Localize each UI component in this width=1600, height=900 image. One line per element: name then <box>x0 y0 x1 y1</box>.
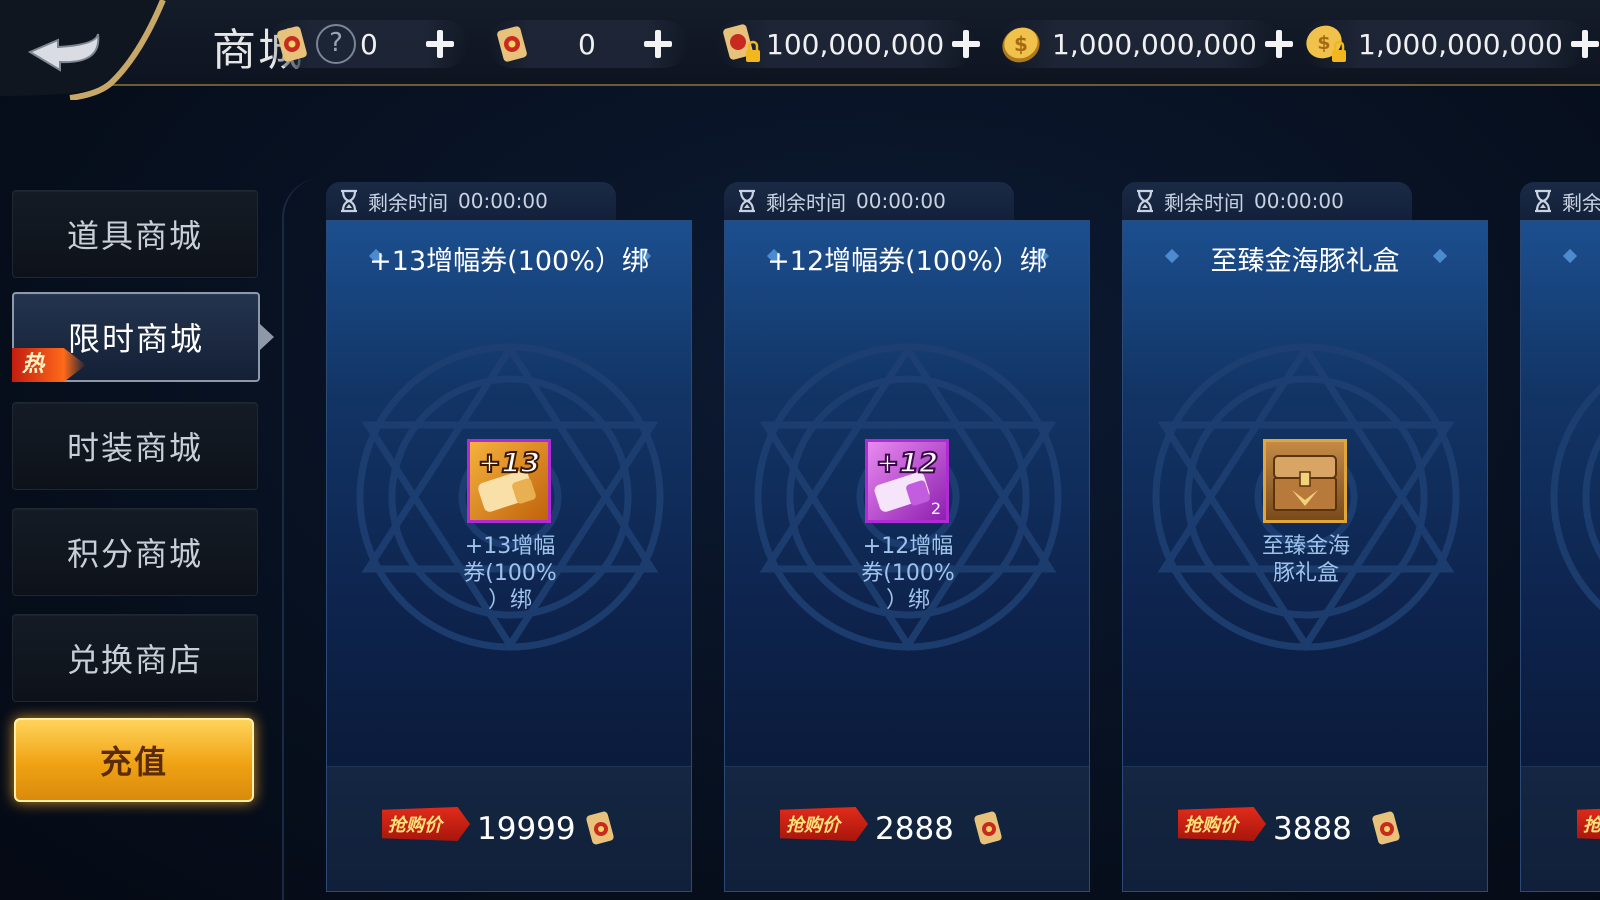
panel-edge <box>282 178 324 900</box>
magic-circle-emblem <box>1550 384 1600 610</box>
diamond-ornament-icon <box>1562 248 1578 264</box>
sidebar-item-exchange-shop[interactable]: 兑换商店 <box>12 614 258 702</box>
card-footer: 抢购价 19999 <box>327 766 691 891</box>
card-body: 至臻金海豚礼盒 至臻金海 豚礼盒 抢购价 3888 <box>1122 220 1488 892</box>
currency-value-3: 100,000,000 <box>766 27 945 61</box>
countdown-tab: 剩余时间 00:00:00 <box>1122 182 1412 220</box>
recharge-button[interactable]: 充值 <box>14 718 254 802</box>
price-tag: 抢购价 <box>780 807 868 841</box>
countdown-value: 00:00:00 <box>458 189 548 213</box>
sidebar-item-label: 时装商城 <box>66 429 203 467</box>
price-tag: 抢购价 <box>382 807 470 841</box>
red-scroll-icon <box>488 20 536 68</box>
item-name: +13增幅 券(100% ）绑 <box>435 533 585 614</box>
price-tag: 抢购价 <box>1178 807 1266 841</box>
card-body: +13增幅券(100%）绑 +13 +13增幅 券(100% ）绑 抢购价 19… <box>326 220 692 892</box>
price-value: 19999 <box>477 811 576 847</box>
top-bar: 商城 ? 0 0 100,000,000 $ 1,000,000,000 $ 1… <box>0 0 1600 100</box>
sidebar-item-item-shop[interactable]: 道具商城 <box>12 190 258 278</box>
active-arrow-icon <box>260 324 274 350</box>
card-footer: 抢购价 3888 <box>1123 766 1487 891</box>
countdown-label: 剩余时间 <box>368 190 448 215</box>
svg-text:$: $ <box>1317 32 1330 54</box>
currency-value-1: 0 <box>360 27 378 61</box>
add-currency-3-button[interactable] <box>948 26 980 62</box>
icon-level-text: +12 <box>876 446 938 479</box>
sidebar-item-label: 兑换商店 <box>66 641 203 679</box>
card-footer: 抢 <box>1521 766 1600 891</box>
hourglass-icon <box>341 189 357 213</box>
red-scroll-icon <box>586 811 614 845</box>
back-arrow-icon[interactable] <box>0 0 200 100</box>
sidebar-item-points-shop[interactable]: 积分商城 <box>12 508 258 596</box>
item-name-line: 至臻金海 <box>1261 534 1350 559</box>
sidebar-item-label: 道具商城 <box>66 217 203 255</box>
add-currency-5-button[interactable] <box>1567 26 1600 62</box>
sidebar-item-limited-shop[interactable]: 限时商城 热 <box>12 292 274 382</box>
product-title: +13增幅券(100%）绑 <box>369 246 649 277</box>
hourglass-icon <box>739 189 755 213</box>
plus12-ticket-icon[interactable]: +12 2 <box>865 439 949 523</box>
currency-value-4: 1,000,000,000 <box>1052 27 1257 61</box>
help-icon[interactable]: ? <box>316 24 356 64</box>
sidebar-item-label: 限时商城 <box>67 320 204 358</box>
sidebar-item-label: 积分商城 <box>66 535 203 573</box>
hourglass-icon <box>1137 189 1153 213</box>
item-count: 2 <box>931 499 941 518</box>
currency-value-5: 1,000,000,000 <box>1358 27 1563 61</box>
currency-slot-3: 100,000,000 <box>716 20 980 68</box>
item-name-line: ）绑 <box>885 588 930 613</box>
countdown-tab: 剩余时间 00:00:00 <box>724 182 1014 220</box>
add-currency-2-button[interactable] <box>640 26 676 62</box>
item-name-line: 券(100% <box>463 561 557 586</box>
item-name: 至臻金海 豚礼盒 <box>1231 533 1381 587</box>
add-currency-1-button[interactable] <box>422 26 458 62</box>
card-body: +12增幅券(100%）绑 +12 2 +12增幅 券(100% ）绑 抢购价 2… <box>724 220 1090 892</box>
locked-gold-coin-icon: $ <box>1302 20 1350 68</box>
red-scroll-icon <box>1372 811 1400 845</box>
product-card[interactable]: 剩余时间 00:00:00 +13增幅券(100%）绑 +13 +13增幅 券(… <box>326 182 692 892</box>
countdown-label: 剩余 <box>1562 190 1600 215</box>
gold-chest-icon[interactable] <box>1263 439 1347 523</box>
item-name-line: ）绑 <box>487 588 532 613</box>
svg-text:$: $ <box>1014 32 1028 56</box>
add-currency-4-button[interactable] <box>1261 26 1294 62</box>
currency-slot-2: 0 <box>488 20 688 68</box>
red-scroll-icon <box>974 811 1002 845</box>
countdown-label: 剩余时间 <box>766 190 846 215</box>
gold-coin-icon: $ <box>998 20 1044 68</box>
product-card[interactable]: 剩余时间 00:00:00 至臻金海豚礼盒 至臻金海 豚礼盒 抢购价 3888 <box>1122 182 1488 892</box>
price-value: 3888 <box>1273 811 1352 847</box>
currency-slot-1: ? 0 <box>268 20 468 68</box>
hourglass-icon <box>1535 189 1551 213</box>
item-name: +12增幅 券(100% ）绑 <box>833 533 983 614</box>
card-body: 抢 <box>1520 220 1600 892</box>
sidebar-item-fashion-shop[interactable]: 时装商城 <box>12 402 258 490</box>
countdown-label: 剩余时间 <box>1164 190 1244 215</box>
item-name-line: 券(100% <box>861 561 955 586</box>
product-card[interactable]: 剩余时间 00:00:00 +12增幅券(100%）绑 +12 2 +12增幅 券… <box>724 182 1090 892</box>
price-value: 2888 <box>875 811 954 847</box>
product-title: +12增幅券(100%）绑 <box>767 246 1047 277</box>
countdown-tab: 剩余时间 00:00:00 <box>326 182 616 220</box>
red-scroll-icon <box>268 20 316 68</box>
currency-slot-4: $ 1,000,000,000 <box>998 20 1294 68</box>
item-name-line: +12增幅 <box>862 534 954 559</box>
price-tag: 抢 <box>1577 807 1600 841</box>
card-footer: 抢购价 2888 <box>725 766 1089 891</box>
item-name-line: +13增幅 <box>464 534 556 559</box>
product-title: 至臻金海豚礼盒 <box>1210 246 1400 277</box>
countdown-tab: 剩余 <box>1520 182 1600 220</box>
item-name-line: 豚礼盒 <box>1272 561 1339 586</box>
currency-value-2: 0 <box>578 27 596 61</box>
plus13-ticket-icon[interactable]: +13 <box>467 439 551 523</box>
countdown-value: 00:00:00 <box>856 189 946 213</box>
countdown-value: 00:00:00 <box>1254 189 1344 213</box>
icon-level-text: +13 <box>478 446 540 479</box>
product-card-partial[interactable]: 剩余 抢 <box>1520 182 1600 892</box>
locked-scroll-icon <box>716 20 764 68</box>
currency-slot-5: $ 1,000,000,000 <box>1302 20 1600 68</box>
